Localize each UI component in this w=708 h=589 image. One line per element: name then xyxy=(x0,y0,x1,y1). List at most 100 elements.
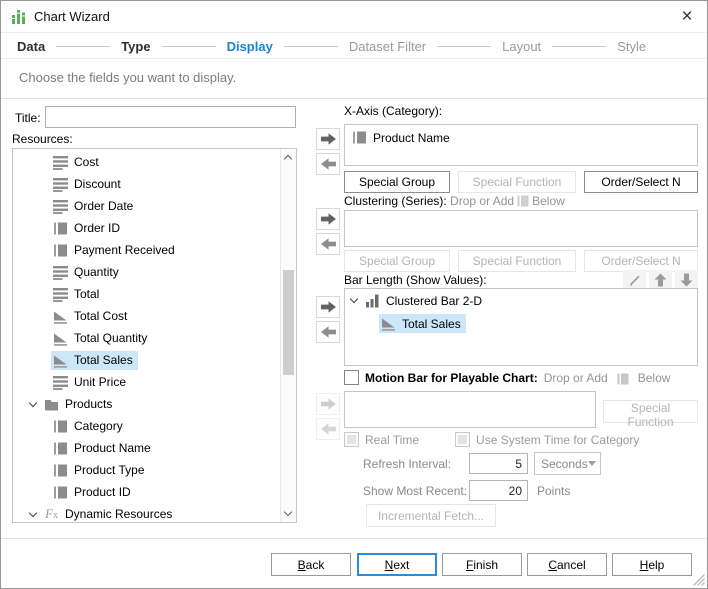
chevron-down-icon[interactable] xyxy=(349,294,359,304)
tree-item-product-name[interactable]: Product Name xyxy=(13,437,280,459)
xaxis-item-product-name[interactable]: Product Name xyxy=(345,125,697,145)
tree-item-payment-received[interactable]: Payment Received xyxy=(13,239,280,261)
tree-item-label: Product ID xyxy=(74,485,131,499)
str-field-icon xyxy=(53,485,68,500)
tree-item-cost[interactable]: Cost xyxy=(13,151,280,173)
chevron-down-icon[interactable] xyxy=(28,398,38,407)
agg-field-icon xyxy=(381,316,396,331)
separator xyxy=(1,98,707,99)
chart-wizard-dialog: Chart Wizard × Data Type Display Dataset Fi… xyxy=(0,0,708,589)
str-field-icon xyxy=(352,130,367,145)
tree-item-total[interactable]: Total xyxy=(13,283,280,305)
tree-item-category[interactable]: Category xyxy=(13,415,280,437)
wizard-step-data[interactable]: Data xyxy=(17,39,45,54)
move-left-clustering-button[interactable] xyxy=(316,233,340,255)
special-group-button: Special Group xyxy=(344,250,450,272)
chart-title-input[interactable] xyxy=(45,106,296,128)
xaxis-item-label: Product Name xyxy=(373,130,450,145)
cancel-button[interactable]: Cancel xyxy=(527,553,607,576)
bar-length-dropzone[interactable]: Clustered Bar 2-D Total Sales xyxy=(344,288,698,366)
clustering-dropzone[interactable] xyxy=(344,210,698,247)
move-right-barlength-button[interactable] xyxy=(316,296,340,318)
folder-icon xyxy=(44,397,59,412)
wizard-step-layout[interactable]: Layout xyxy=(502,39,541,54)
step-connector xyxy=(56,46,111,47)
move-left-barlength-button[interactable] xyxy=(316,321,340,343)
move-left-xaxis-button[interactable] xyxy=(316,153,340,175)
order-select-n-button[interactable]: Order/Select N xyxy=(584,171,698,193)
tree-item-label: Unit Price xyxy=(74,375,127,389)
special-group-button[interactable]: Special Group xyxy=(344,171,450,193)
clustering-label-text: Clustering (Series): xyxy=(344,194,447,208)
move-right-clustering-button[interactable] xyxy=(316,208,340,230)
chevron-down-icon[interactable] xyxy=(28,508,38,517)
scroll-up-icon[interactable] xyxy=(283,154,293,164)
order-select-n-button: Order/Select N xyxy=(584,250,698,272)
scroll-down-icon[interactable] xyxy=(283,507,293,517)
tree-item-products[interactable]: Products xyxy=(13,393,280,415)
move-up-icon[interactable] xyxy=(649,270,672,289)
close-icon[interactable]: × xyxy=(675,5,699,29)
field-square-icon xyxy=(617,372,629,384)
show-most-recent-input[interactable] xyxy=(469,480,528,501)
move-down-icon[interactable] xyxy=(675,270,698,289)
motion-bar-checkbox[interactable] xyxy=(344,370,359,385)
wizard-step-type[interactable]: Type xyxy=(121,39,150,54)
wizard-steps: Data Type Display Dataset Filter Layout Style xyxy=(17,39,646,54)
barlength-item-total-sales[interactable]: Total Sales xyxy=(345,312,697,335)
tree-item-dynamic-resources[interactable]: Fx Dynamic Resources xyxy=(13,503,280,522)
str-field-icon xyxy=(53,221,68,236)
tree-item-total-cost[interactable]: Total Cost xyxy=(13,305,280,327)
tree-item-label: Cost xyxy=(74,155,99,169)
num-field-icon xyxy=(53,265,68,280)
tree-item-order-id[interactable]: Order ID xyxy=(13,217,280,239)
tree-item-label: Category xyxy=(74,419,123,433)
clustering-label: Clustering (Series): Drop or Add Below xyxy=(344,194,565,208)
tree-item-unit-price[interactable]: Unit Price xyxy=(13,371,280,393)
tree-item-order-date[interactable]: Order Date xyxy=(13,195,280,217)
real-time-checkbox xyxy=(344,432,359,447)
fx-icon: Fx xyxy=(45,506,58,521)
wizard-step-dataset-filter[interactable]: Dataset Filter xyxy=(349,39,426,54)
tree-item-discount[interactable]: Discount xyxy=(13,173,280,195)
move-left-motion-button xyxy=(316,418,340,440)
tree-item-product-type[interactable]: Product Type xyxy=(13,459,280,481)
resources-tree: Cost Discount Order Date Order ID Payment Re… xyxy=(12,148,297,523)
barlength-item-clustered-bar-2-d[interactable]: Clustered Bar 2-D xyxy=(345,289,697,312)
str-field-icon xyxy=(53,463,68,478)
tree-item-label: Total xyxy=(74,287,100,301)
tree-item-label: Products xyxy=(65,397,113,411)
incremental-fetch-button: Incremental Fetch... xyxy=(366,504,496,527)
tree-item-total-quantity[interactable]: Total Quantity xyxy=(13,327,280,349)
str-field-icon xyxy=(53,441,68,456)
move-right-xaxis-button[interactable] xyxy=(316,128,340,150)
tree-item-total-sales[interactable]: Total Sales xyxy=(13,349,280,371)
xaxis-dropzone[interactable]: Product Name xyxy=(344,124,698,166)
tree-item-label: Dynamic Resources xyxy=(65,507,173,521)
help-button[interactable]: Help xyxy=(612,553,692,576)
agg-field-icon xyxy=(53,331,68,346)
motion-dropzone xyxy=(344,391,596,428)
step-connector xyxy=(552,46,607,47)
chart-wizard-logo-icon xyxy=(11,9,27,25)
wizard-step-style[interactable]: Style xyxy=(617,39,646,54)
tree-item-label: Total Cost xyxy=(74,309,128,323)
wizard-step-display[interactable]: Display xyxy=(227,39,273,54)
tree-item-product-id[interactable]: Product ID xyxy=(13,481,280,503)
xaxis-label: X-Axis (Category): xyxy=(344,104,443,118)
back-button[interactable]: Back xyxy=(271,553,351,576)
refresh-interval-input[interactable] xyxy=(469,453,528,474)
scrollbar-thumb[interactable] xyxy=(283,270,294,375)
edit-pencil-icon[interactable] xyxy=(623,270,646,289)
title-bar: Chart Wizard × xyxy=(1,1,707,33)
real-time-label: Real Time xyxy=(365,432,420,447)
window-title: Chart Wizard xyxy=(34,9,110,24)
tree-item-label: Discount xyxy=(74,177,121,191)
next-button[interactable]: Next xyxy=(357,553,437,576)
barlength-item-label: Total Sales xyxy=(402,316,461,331)
finish-button[interactable]: Finish xyxy=(442,553,522,576)
points-unit-label: Points xyxy=(537,484,571,498)
tree-item-quantity[interactable]: Quantity xyxy=(13,261,280,283)
resize-grip[interactable] xyxy=(692,573,705,586)
scrollbar[interactable] xyxy=(280,149,296,522)
